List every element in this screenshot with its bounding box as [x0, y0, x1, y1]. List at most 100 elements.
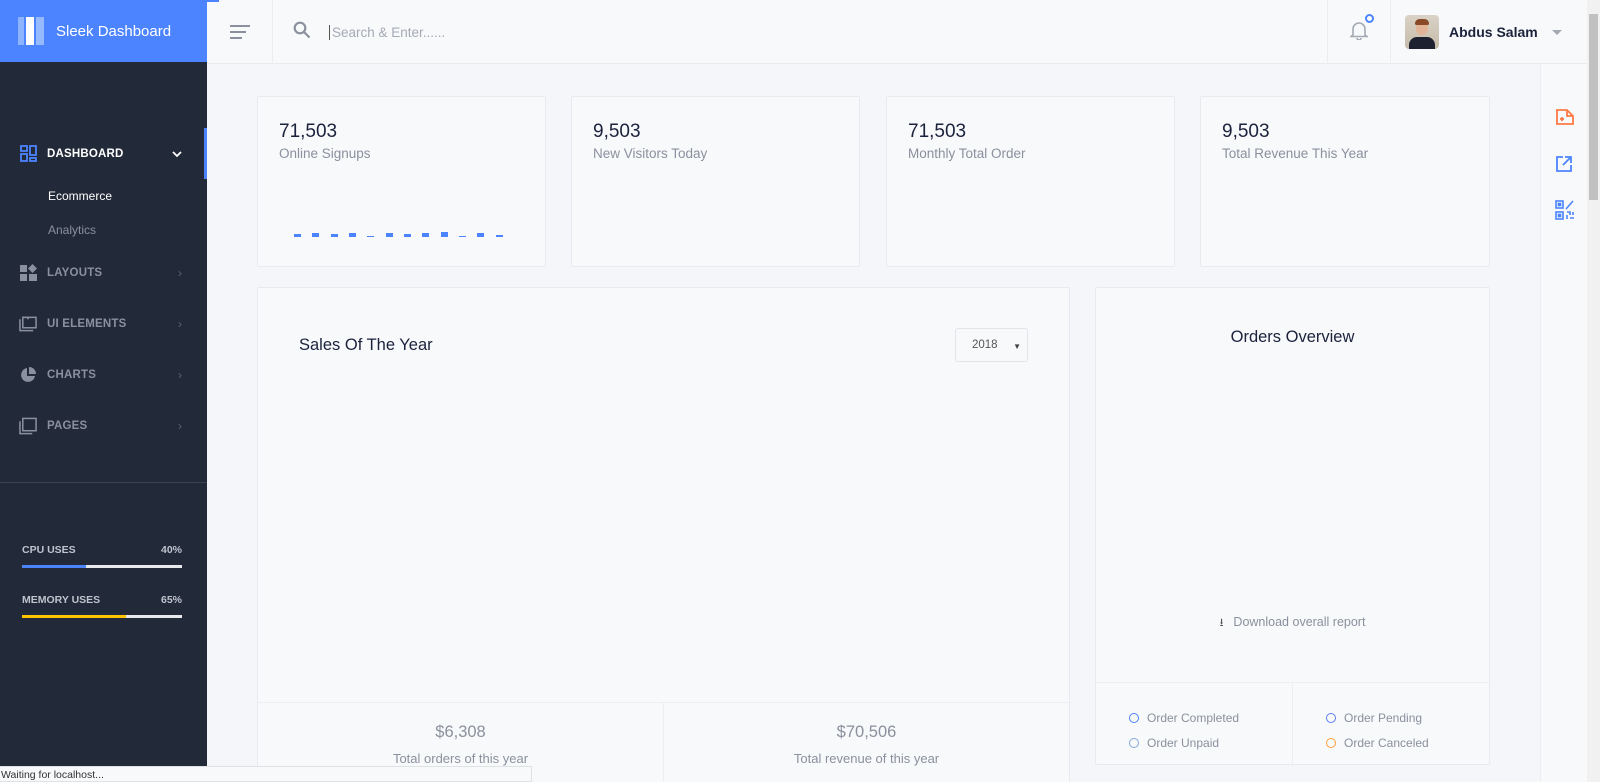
stat-card-monthly-orders: 71,503 Monthly Total Order: [886, 96, 1175, 267]
pages-icon: [19, 417, 37, 435]
menu-icon: [229, 21, 250, 43]
scrollbar-thumb[interactable]: [1589, 14, 1598, 200]
notifications-button[interactable]: [1327, 0, 1391, 64]
sidebar-item-pages[interactable]: PAGES ›: [0, 400, 207, 451]
memory-usage-value: 65%: [160, 594, 182, 606]
orders-legend: Order Completed Order Unpaid Order Pendi…: [1096, 682, 1489, 766]
signups-sparkline-chart: [294, 227, 514, 237]
total-orders-value: $6,308: [435, 723, 486, 741]
folders-icon: [19, 315, 37, 333]
stat-value: 9,503: [593, 121, 641, 142]
sidebar-item-charts[interactable]: CHARTS ›: [0, 349, 207, 400]
search-bar: [293, 18, 793, 46]
header-accent: [207, 0, 219, 2]
stat-value: 71,503: [279, 121, 338, 142]
total-revenue: $70,506 Total revenue of this year: [663, 703, 1069, 782]
bell-icon: [1348, 20, 1370, 45]
brand-name: Sleek Dashboard: [56, 22, 172, 40]
download-report-label: Download overall report: [1233, 615, 1366, 629]
year-select-value: 2018: [972, 339, 998, 351]
sidebar-item-label: UI ELEMENTS: [47, 317, 127, 330]
caret-down-icon: [1551, 29, 1562, 35]
sparkline-bar: [440, 232, 448, 237]
sparkline-bar: [330, 234, 338, 237]
legend-order-unpaid: Order Unpaid: [1129, 730, 1292, 755]
total-revenue-value: $70,506: [836, 723, 897, 741]
browser-status-bar: Waiting for localhost...: [0, 766, 532, 782]
sales-title: Sales Of The Year: [299, 336, 433, 354]
stat-value: 71,503: [908, 121, 967, 142]
legend-order-canceled: Order Canceled: [1326, 730, 1489, 755]
chevron-right-icon: ›: [178, 316, 182, 331]
sidebar-subitem-ecommerce[interactable]: Ecommerce: [0, 179, 207, 213]
brand-logo-icon: [18, 17, 44, 45]
brand[interactable]: Sleek Dashboard: [0, 0, 207, 62]
orders-overview-title: Orders Overview: [1230, 328, 1355, 346]
total-revenue-label: Total revenue of this year: [793, 751, 940, 766]
search-input[interactable]: [329, 24, 729, 40]
stat-card-total-revenue: 9,503 Total Revenue This Year: [1200, 96, 1490, 267]
chevron-right-icon: ›: [178, 418, 182, 433]
qrcode-edit-icon[interactable]: [1555, 200, 1575, 220]
file-add-icon[interactable]: [1555, 108, 1575, 128]
search-icon: [293, 21, 311, 44]
avatar: [1405, 15, 1439, 49]
sidebar-divider: [0, 482, 207, 483]
stat-card-online-signups: 71,503 Online Signups: [257, 96, 546, 267]
year-select[interactable]: 2018 ▼: [955, 328, 1028, 362]
stat-value: 9,503: [1222, 121, 1270, 142]
cpu-usage-fill: [22, 565, 86, 568]
user-name: Abdus Salam: [1449, 24, 1538, 40]
sidebar-item-ui-elements[interactable]: UI ELEMENTS ›: [0, 298, 207, 349]
sidebar-nav: DASHBOARD Ecommerce Analytics LAYOUTS › …: [0, 128, 207, 451]
orders-overview-card: Orders Overview ⭳ Download overall report…: [1095, 287, 1490, 766]
pie-chart-icon: [19, 366, 37, 384]
download-report-link[interactable]: ⭳ Download overall report: [1096, 614, 1489, 633]
dashboard-submenu: Ecommerce Analytics: [0, 179, 207, 247]
chevron-right-icon: ›: [178, 367, 182, 382]
dashboard-grid-icon: [19, 145, 37, 163]
legend-label: Order Completed: [1147, 710, 1240, 725]
open-in-new-icon[interactable]: [1555, 155, 1575, 175]
right-toolbar: [1540, 64, 1587, 782]
legend-order-pending: Order Pending: [1326, 705, 1489, 730]
cpu-usage-value: 40%: [160, 544, 182, 556]
chevron-right-icon: ›: [178, 265, 182, 280]
sidebar-subitem-analytics[interactable]: Analytics: [0, 213, 207, 247]
sidebar-item-layouts[interactable]: LAYOUTS ›: [0, 247, 207, 298]
sparkline-bar: [349, 233, 356, 237]
stat-card-new-visitors: 9,503 New Visitors Today: [571, 96, 860, 267]
sidebar: Sleek Dashboard DASHBOARD Ecommerce Anal…: [0, 0, 207, 782]
memory-usage-bar: [22, 615, 182, 618]
legend-order-completed: Order Completed: [1129, 705, 1292, 730]
sidebar-toggle-button[interactable]: [207, 0, 273, 64]
page-scrollbar[interactable]: [1587, 0, 1600, 782]
sparkline-bar: [404, 234, 411, 237]
legend-label: Order Canceled: [1344, 735, 1429, 750]
user-menu[interactable]: Abdus Salam: [1405, 15, 1562, 49]
sparkline-bar: [294, 234, 301, 237]
stat-caption: Total Revenue This Year: [1222, 146, 1369, 161]
sparkline-bar: [422, 233, 430, 237]
stat-caption: Monthly Total Order: [908, 146, 1026, 161]
legend-circle-icon: [1129, 737, 1139, 748]
stat-caption: New Visitors Today: [593, 146, 708, 161]
sidebar-item-dashboard[interactable]: DASHBOARD: [0, 128, 207, 179]
cpu-usage: CPU USES 40%: [22, 544, 182, 568]
legend-label: Order Pending: [1344, 710, 1423, 725]
sparkline-bar: [385, 233, 393, 237]
sparkline-bar: [495, 235, 503, 237]
legend-label: Order Unpaid: [1147, 735, 1220, 750]
sales-of-the-year-card: Sales Of The Year 2018 ▼ $6,308 Total or…: [257, 287, 1070, 782]
sidebar-item-label: PAGES: [47, 419, 88, 432]
sidebar-item-label: DASHBOARD: [47, 147, 124, 160]
stat-caption: Online Signups: [279, 146, 371, 161]
cpu-usage-label: CPU USES: [22, 544, 76, 556]
notification-badge: [1365, 14, 1374, 23]
legend-circle-icon: [1129, 712, 1139, 723]
chevron-down-icon: [172, 147, 182, 161]
download-icon: ⭳: [1219, 617, 1224, 629]
sparkline-bar: [312, 233, 320, 237]
memory-usage-fill: [22, 615, 126, 618]
sparkline-bar: [459, 236, 466, 237]
